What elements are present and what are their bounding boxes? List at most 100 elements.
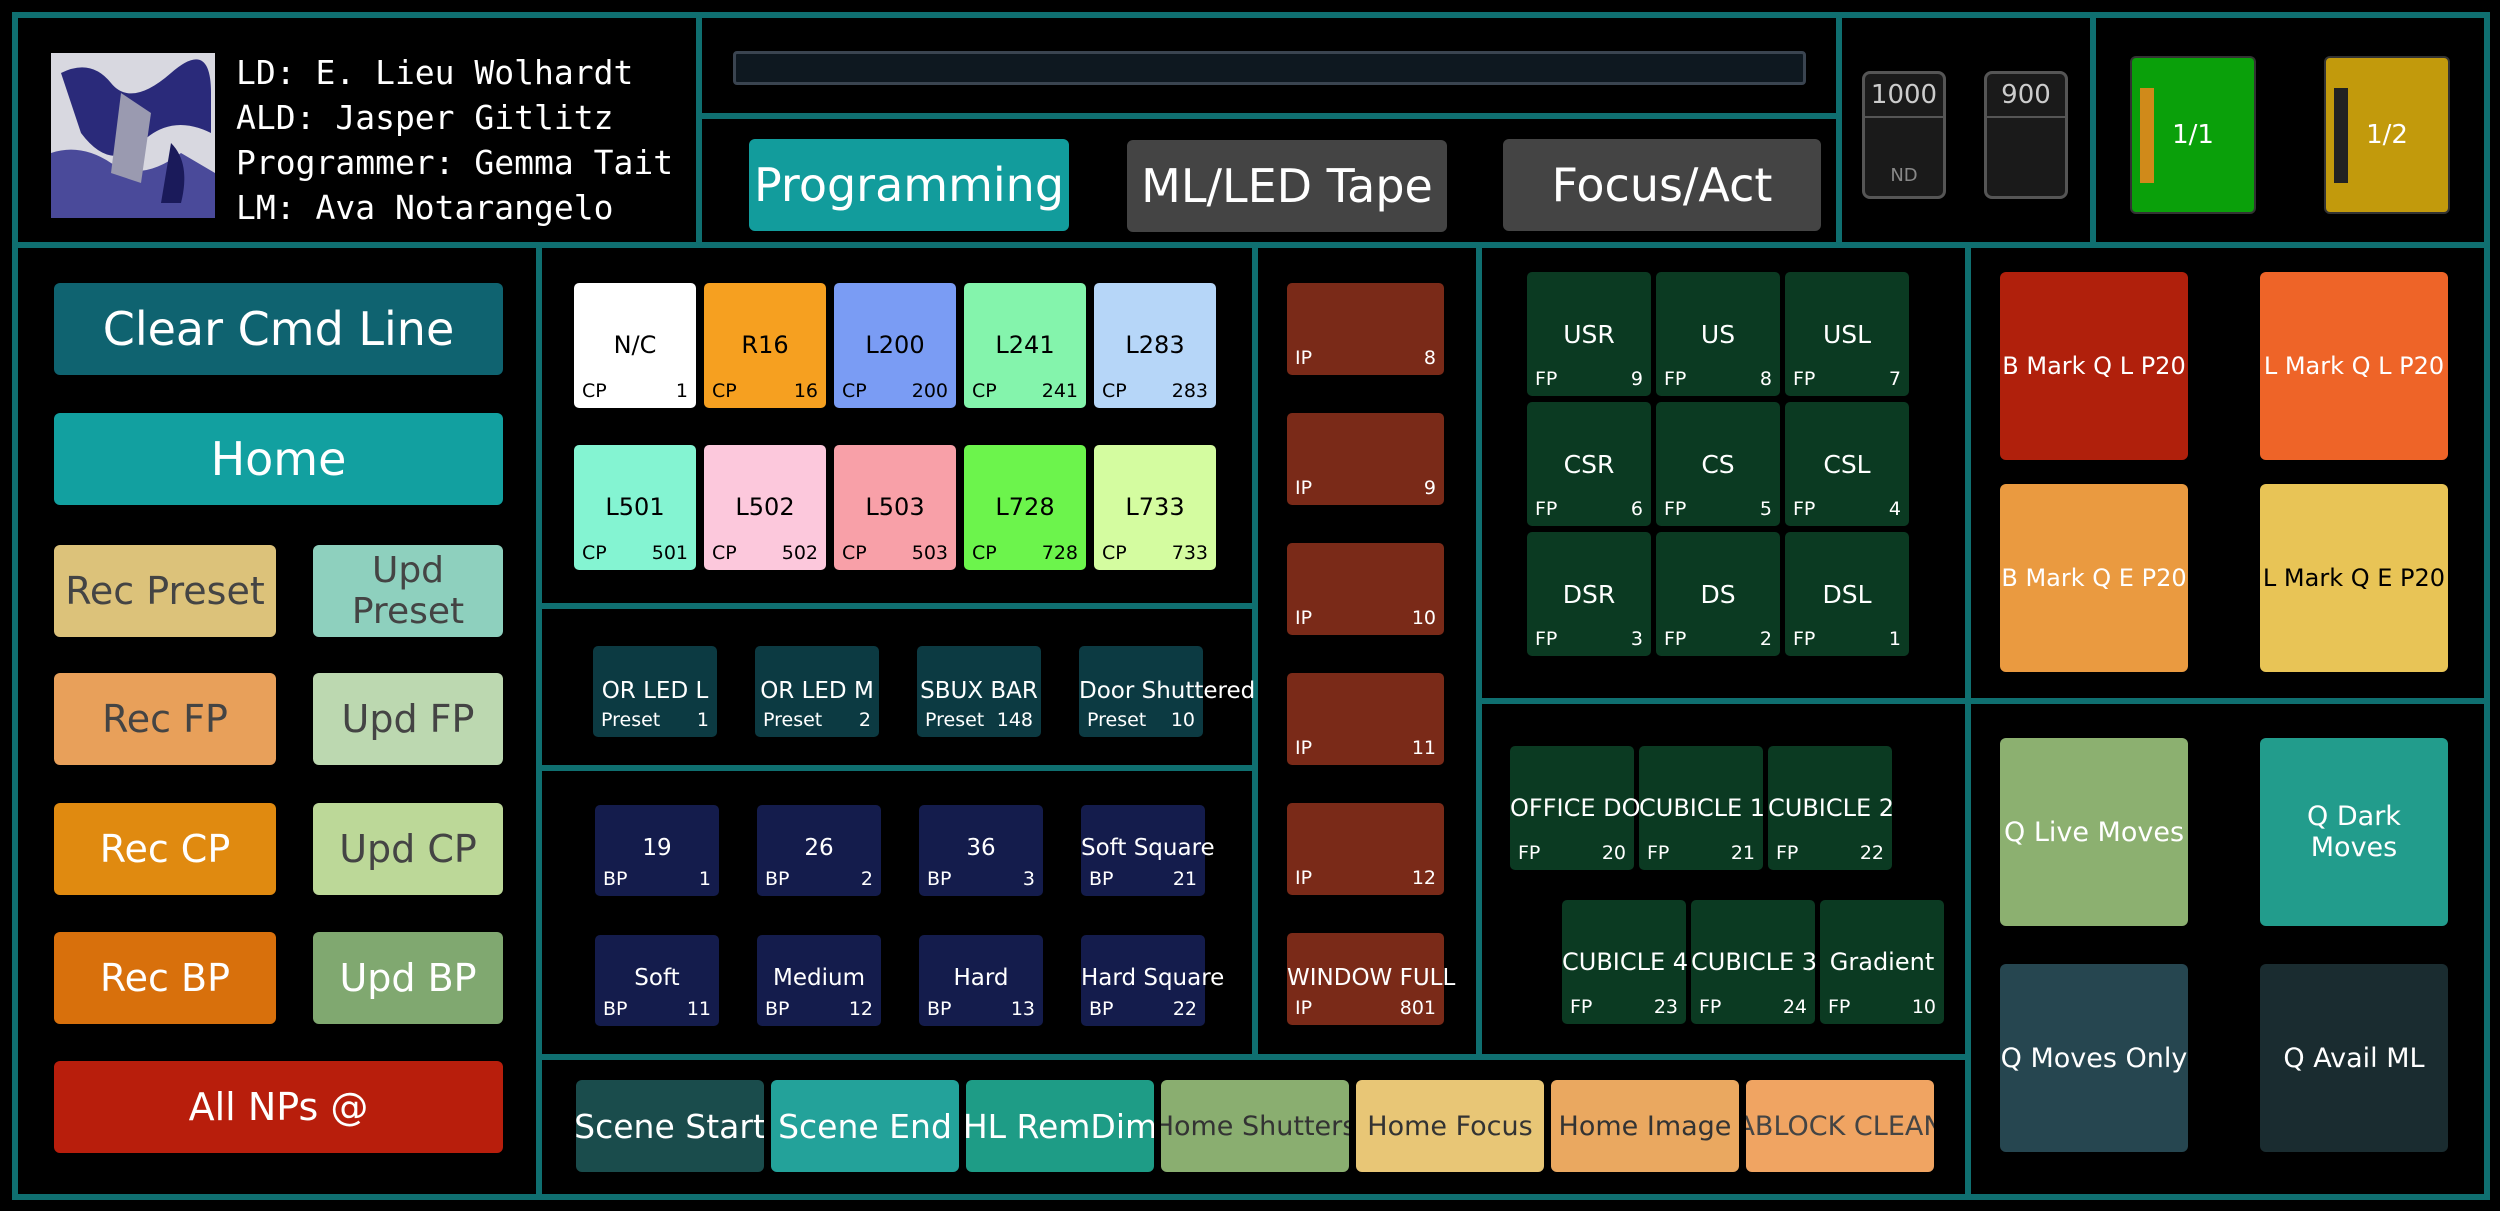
all-nps-button[interactable]: All NPs @ bbox=[54, 1061, 503, 1153]
tile-type: Preset bbox=[1087, 709, 1147, 731]
tile-type: FP bbox=[1518, 842, 1541, 864]
cue-button-q-moves-only[interactable]: Q Moves Only bbox=[2000, 964, 2188, 1152]
beam-palette-medium[interactable]: Medium BP 12 bbox=[757, 935, 881, 1026]
beam-palette-soft[interactable]: Soft BP 11 bbox=[595, 935, 719, 1026]
intensity-palette-12[interactable]: IP 12 bbox=[1287, 803, 1444, 895]
focus-palette-csr[interactable]: CSR FP 6 bbox=[1527, 402, 1651, 526]
intensity-palette-8[interactable]: IP 8 bbox=[1287, 283, 1444, 375]
preset-door-shuttered[interactable]: Door Shuttered Preset 10 bbox=[1079, 646, 1256, 737]
rec-cp-button[interactable]: Rec CP bbox=[54, 803, 276, 895]
cue-button-q-live-moves[interactable]: Q Live Moves bbox=[2000, 738, 2188, 926]
preset-or-led-m[interactable]: OR LED M Preset 2 bbox=[755, 646, 879, 737]
macro-button-home-focus[interactable]: Home Focus bbox=[1356, 1080, 1544, 1172]
tile-name: 26 bbox=[804, 835, 834, 861]
focus-palette-cubicle-3[interactable]: CUBICLE 3 FP 24 bbox=[1691, 900, 1817, 1024]
beam-palette-soft-square[interactable]: Soft Square BP 21 bbox=[1081, 805, 1215, 896]
command-line-input[interactable] bbox=[733, 51, 1806, 85]
show-logo bbox=[51, 53, 215, 218]
color-palette-l283[interactable]: L283 CP 283 bbox=[1094, 283, 1216, 408]
logo-art bbox=[51, 53, 215, 218]
intensity-palette-10[interactable]: IP 10 bbox=[1287, 543, 1444, 635]
focus-palette-usr[interactable]: USR FP 9 bbox=[1527, 272, 1651, 396]
tile-type: FP bbox=[1793, 628, 1816, 650]
upd-bp-button[interactable]: Upd BP bbox=[313, 932, 503, 1024]
rec-bp-button[interactable]: Rec BP bbox=[54, 932, 276, 1024]
preset-or-led-l[interactable]: OR LED L Preset 1 bbox=[593, 646, 717, 737]
focus-palette-office-doo[interactable]: OFFICE DOO FP 20 bbox=[1510, 746, 1659, 870]
macro-button-scene-end[interactable]: Scene End bbox=[771, 1080, 959, 1172]
tile-type: CP bbox=[972, 380, 997, 402]
upd-preset-button[interactable]: Upd Preset bbox=[313, 545, 503, 637]
tile-type: CP bbox=[712, 380, 737, 402]
tile-name: US bbox=[1700, 320, 1736, 349]
tile-number: 1 bbox=[696, 709, 709, 731]
tile-type: Preset bbox=[601, 709, 661, 731]
focus-palette-dsr[interactable]: DSR FP 3 bbox=[1527, 532, 1651, 656]
focus-palette-csl[interactable]: CSL FP 4 bbox=[1785, 402, 1909, 526]
macro-button-hl-remdim[interactable]: HL RemDim bbox=[966, 1080, 1154, 1172]
clear-cmd-line-button[interactable]: Clear Cmd Line bbox=[54, 283, 503, 375]
rec-preset-button[interactable]: Rec Preset bbox=[54, 545, 276, 637]
tab-ml-led-tape[interactable]: ML/LED Tape bbox=[1127, 140, 1447, 232]
page-button-1-1[interactable]: 1/1 bbox=[2130, 56, 2256, 214]
fader-1000[interactable]: 1000 ND bbox=[1862, 71, 1946, 199]
tile-type: FP bbox=[1647, 842, 1670, 864]
focus-palette-gradient[interactable]: Gradient FP 10 bbox=[1820, 900, 1944, 1024]
mark-button-b-mark-q-l-p20[interactable]: B Mark Q L P20 bbox=[2000, 272, 2188, 460]
focus-palette-usl[interactable]: USL FP 7 bbox=[1785, 272, 1909, 396]
tile-name: Medium bbox=[773, 965, 865, 991]
tile-type: Preset bbox=[925, 709, 985, 731]
intensity-palette-9[interactable]: IP 9 bbox=[1287, 413, 1444, 505]
color-palette-l200[interactable]: L200 CP 200 bbox=[834, 283, 956, 408]
tile-type: CP bbox=[972, 542, 997, 564]
macro-button-ablock-clean[interactable]: ABLOCK CLEAN bbox=[1746, 1080, 1934, 1172]
color-palette-l503[interactable]: L503 CP 503 bbox=[834, 445, 956, 570]
color-palette-l728[interactable]: L728 CP 728 bbox=[964, 445, 1086, 570]
macro-button-scene-start[interactable]: Scene Start bbox=[576, 1080, 764, 1172]
focus-palette-cubicle-2[interactable]: CUBICLE 2 FP 22 bbox=[1768, 746, 1894, 870]
tab-programming[interactable]: Programming bbox=[749, 139, 1069, 231]
cue-button-q-avail-ml[interactable]: Q Avail ML bbox=[2260, 964, 2448, 1152]
beam-palette-26[interactable]: 26 BP 2 bbox=[757, 805, 881, 896]
focus-palette-cs[interactable]: CS FP 5 bbox=[1656, 402, 1780, 526]
upd-fp-button[interactable]: Upd FP bbox=[313, 673, 503, 765]
fader-900[interactable]: 900 bbox=[1984, 71, 2068, 199]
color-palette-n-c[interactable]: N/C CP 1 bbox=[574, 283, 696, 408]
tile-number: 16 bbox=[793, 380, 818, 402]
tab-focus-act[interactable]: Focus/Act bbox=[1503, 139, 1821, 231]
ip-right-divider bbox=[1476, 242, 1482, 1060]
color-palette-l241[interactable]: L241 CP 241 bbox=[964, 283, 1086, 408]
color-palette-l733[interactable]: L733 CP 733 bbox=[1094, 445, 1216, 570]
focus-palette-cubicle-1[interactable]: CUBICLE 1 FP 21 bbox=[1639, 746, 1765, 870]
preset-sbux-bar[interactable]: SBUX BAR Preset 148 bbox=[917, 646, 1041, 737]
mark-button-l-mark-q-e-p20[interactable]: L Mark Q E P20 bbox=[2260, 484, 2448, 672]
macro-button-home-image[interactable]: Home Image bbox=[1551, 1080, 1739, 1172]
mark-button-b-mark-q-e-p20[interactable]: B Mark Q E P20 bbox=[2000, 484, 2188, 672]
intensity-palette-11[interactable]: IP 11 bbox=[1287, 673, 1444, 765]
intensity-palette-window-full[interactable]: WINDOW FULL IP 801 bbox=[1287, 933, 1455, 1025]
upd-cp-button[interactable]: Upd CP bbox=[313, 803, 503, 895]
tile-number: 10 bbox=[1911, 996, 1936, 1018]
color-palette-l501[interactable]: L501 CP 501 bbox=[574, 445, 696, 570]
focus-palette-ds[interactable]: DS FP 2 bbox=[1656, 532, 1780, 656]
beam-palette-19[interactable]: 19 BP 1 bbox=[595, 805, 719, 896]
beam-palette-hard-square[interactable]: Hard Square BP 22 bbox=[1081, 935, 1224, 1026]
macro-button-home-shutters[interactable]: Home Shutters bbox=[1161, 1080, 1349, 1172]
rec-fp-button[interactable]: Rec FP bbox=[54, 673, 276, 765]
page-button-1-2[interactable]: 1/2 bbox=[2324, 56, 2450, 214]
tile-name: USL bbox=[1822, 320, 1872, 349]
tile-type: BP bbox=[1089, 998, 1114, 1020]
home-button[interactable]: Home bbox=[54, 413, 503, 505]
beam-palette-36[interactable]: 36 BP 3 bbox=[919, 805, 1043, 896]
color-palette-l502[interactable]: L502 CP 502 bbox=[704, 445, 826, 570]
focus-palette-us[interactable]: US FP 8 bbox=[1656, 272, 1780, 396]
cue-button-q-dark-moves[interactable]: Q Dark Moves bbox=[2260, 738, 2448, 926]
tile-name: Door Shuttered bbox=[1079, 678, 1256, 704]
faders-divider bbox=[2090, 12, 2096, 248]
mark-button-l-mark-q-l-p20[interactable]: L Mark Q L P20 bbox=[2260, 272, 2448, 460]
color-palette-r16[interactable]: R16 CP 16 bbox=[704, 283, 826, 408]
beam-palette-hard[interactable]: Hard BP 13 bbox=[919, 935, 1043, 1026]
focus-palette-cubicle-4[interactable]: CUBICLE 4 FP 23 bbox=[1562, 900, 1688, 1024]
tile-number: 200 bbox=[911, 380, 948, 402]
focus-palette-dsl[interactable]: DSL FP 1 bbox=[1785, 532, 1909, 656]
